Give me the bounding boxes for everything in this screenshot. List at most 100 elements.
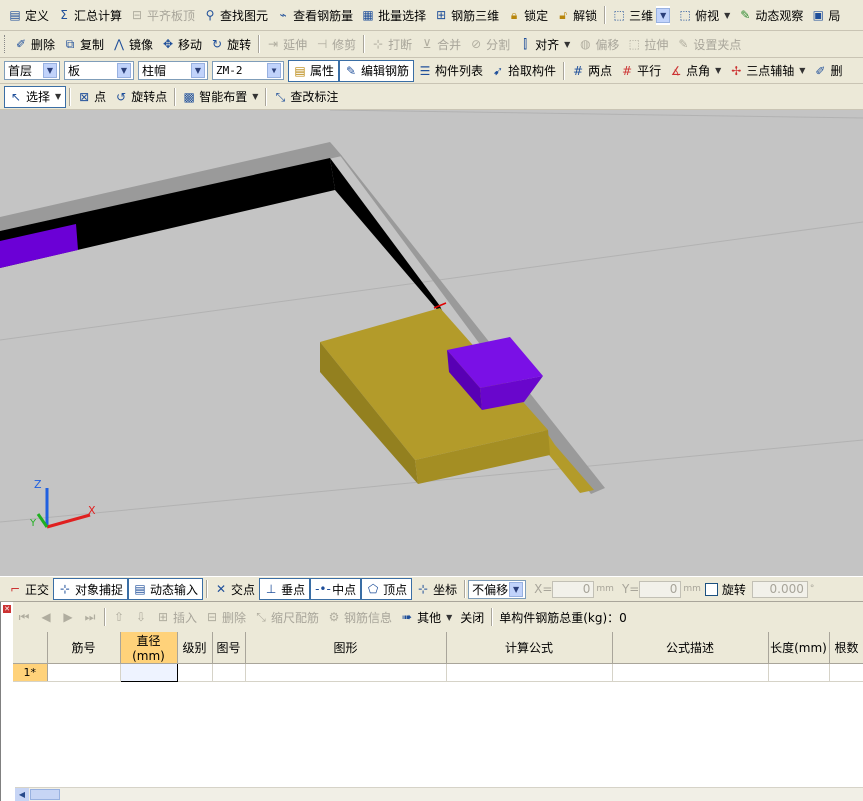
rebar-info-button[interactable]: ⚙ 钢筋信息 xyxy=(323,606,396,628)
coordinate-snap-button[interactable]: ⊹ 坐标 xyxy=(412,578,461,600)
delete-button[interactable]: ✐ 删除 xyxy=(10,33,59,55)
parallel-button[interactable]: # 平行 xyxy=(616,60,665,82)
table-cell[interactable] xyxy=(119,663,178,682)
prev-record-button[interactable]: ◀ xyxy=(35,606,57,628)
smart-layout-dropdown[interactable]: ▩ 智能布置 ▼ xyxy=(178,86,262,108)
y-coordinate-input[interactable]: 0 xyxy=(639,580,682,598)
extend-button[interactable]: ⇥ 延伸 xyxy=(262,33,311,55)
dynamic-input-button[interactable]: ▤ 动态输入 xyxy=(128,578,204,600)
horizontal-scrollbar[interactable]: ◀ xyxy=(15,787,863,801)
floor-select[interactable]: 首层 ▼ xyxy=(4,61,60,80)
edit-annotation-button[interactable]: ⤡ 查改标注 xyxy=(269,86,342,108)
lock-button[interactable]: 🔒︎ 锁定 xyxy=(503,4,552,26)
merge-button[interactable]: ⊻ 合并 xyxy=(416,33,465,55)
summary-calc-button[interactable]: Σ 汇总计算 xyxy=(53,4,126,26)
other-dropdown[interactable]: ➠ 其他 ▼ xyxy=(396,606,456,628)
top-view-dropdown[interactable]: ⬚ 俯视 ▼ xyxy=(674,4,734,26)
unlock-button[interactable]: 🔓︎ 解锁 xyxy=(552,4,601,26)
rotate-label: 旋转 xyxy=(721,582,746,597)
rotate-point-button[interactable]: ↺ 旋转点 xyxy=(110,86,171,108)
column-header[interactable]: 计算公式 xyxy=(446,632,613,664)
midpoint-snap-button[interactable]: -•- 中点 xyxy=(310,578,362,600)
intersection-snap-button[interactable]: ✕ 交点 xyxy=(210,578,259,600)
column-header[interactable]: 图形 xyxy=(245,632,447,664)
view-rebar-qty-button[interactable]: ⌁ 查看钢筋量 xyxy=(272,4,357,26)
table-cell[interactable] xyxy=(829,663,863,682)
toolbar-grip[interactable] xyxy=(4,35,7,53)
delete-axis-button[interactable]: ✐ 删 xyxy=(809,60,846,82)
element-name-select[interactable]: ZM-2 ▼ xyxy=(212,61,284,80)
move-down-button[interactable]: ⇩ xyxy=(130,606,152,628)
pick-element-button[interactable]: ➹ 拾取构件 xyxy=(487,60,560,82)
beam-side-face[interactable] xyxy=(330,158,446,320)
trim-button[interactable]: ⊣ 修剪 xyxy=(311,33,360,55)
table-cell[interactable] xyxy=(212,663,246,682)
first-record-button[interactable]: ⏮︎ xyxy=(13,606,35,628)
table-cell[interactable] xyxy=(47,663,121,682)
batch-select-button[interactable]: ▦ 批量选择 xyxy=(357,4,430,26)
find-element-button[interactable]: ⚲ 查找图元 xyxy=(199,4,272,26)
3d-scene[interactable]: Z X Y xyxy=(0,110,863,576)
align-dropdown[interactable]: ⫿ 对齐 ▼ xyxy=(514,33,574,55)
offset-mode-select[interactable]: 不偏移 ▼ xyxy=(468,579,527,599)
category-select[interactable]: 板 ▼ xyxy=(64,61,134,80)
close-panel-button[interactable]: 关闭 xyxy=(456,606,488,628)
table-cell[interactable] xyxy=(768,663,830,682)
row-header[interactable]: 1* xyxy=(13,663,48,682)
x-coordinate-input[interactable]: 0 xyxy=(552,580,595,598)
offset-button[interactable]: ◍ 偏移 xyxy=(574,33,623,55)
rebar-3d-button[interactable]: ⊞ 钢筋三维 xyxy=(430,4,503,26)
rotate-button[interactable]: ↻ 旋转 xyxy=(206,33,255,55)
3d-viewport[interactable]: Z X Y xyxy=(0,110,863,576)
copy-button[interactable]: ⧉ 复制 xyxy=(59,33,108,55)
table-row[interactable]: 1* xyxy=(13,663,863,682)
ortho-button[interactable]: ⌐ 正交 xyxy=(4,578,53,600)
two-points-button[interactable]: # 两点 xyxy=(567,60,616,82)
close-icon[interactable]: ✕ xyxy=(3,605,11,613)
define-button[interactable]: ▤ 定义 xyxy=(4,4,53,26)
dynamic-observe-button[interactable]: ✎ 动态观察 xyxy=(734,4,807,26)
element-type-select[interactable]: 柱帽 ▼ xyxy=(138,61,208,80)
partial-view-button[interactable]: ▣ 局 xyxy=(807,4,844,26)
select-dropdown[interactable]: ↖ 选择 ▼ xyxy=(4,85,67,108)
move-up-button[interactable]: ⇧ xyxy=(108,606,130,628)
column-header[interactable]: 直径(mm) xyxy=(120,632,178,664)
column-header[interactable]: 筋号 xyxy=(47,632,121,664)
table-cell[interactable] xyxy=(446,663,613,682)
set-grip-button[interactable]: ✎ 设置夹点 xyxy=(672,33,745,55)
properties-button[interactable]: ▤ 属性 xyxy=(288,59,340,82)
scrollbar-thumb[interactable] xyxy=(30,789,60,800)
point-button[interactable]: ⊠ 点 xyxy=(73,86,110,108)
object-snap-button[interactable]: ⊹ 对象捕捉 xyxy=(53,578,129,600)
column-header[interactable]: 级别 xyxy=(177,632,213,664)
view-3d-dropdown[interactable]: ⬚ 三维 ▼ xyxy=(608,4,674,26)
insert-row-button[interactable]: ⊞ 插入 xyxy=(152,606,201,628)
table-cell[interactable] xyxy=(245,663,447,682)
column-header[interactable]: 公式描述 xyxy=(612,632,769,664)
vertex-snap-button[interactable]: ⬠ 顶点 xyxy=(361,578,413,600)
column-header[interactable]: 长度(mm) xyxy=(768,632,830,664)
next-record-button[interactable]: ▶ xyxy=(57,606,79,628)
table-cell[interactable] xyxy=(177,663,213,682)
scale-rebar-button[interactable]: ⤡ 缩尺配筋 xyxy=(250,606,323,628)
perpendicular-snap-button[interactable]: ⊥ 垂点 xyxy=(259,578,311,600)
flat-slab-top-button[interactable]: ⊟ 平齐板顶 xyxy=(126,4,199,26)
delete-row-button[interactable]: ⊟ 删除 xyxy=(201,606,250,628)
last-record-button[interactable]: ⏭︎ xyxy=(79,606,101,628)
break-button[interactable]: ⊹ 打断 xyxy=(367,33,416,55)
point-angle-dropdown[interactable]: ∡ 点角 ▼ xyxy=(665,60,725,82)
move-button[interactable]: ✥ 移动 xyxy=(157,33,206,55)
three-point-axis-dropdown[interactable]: ✢ 三点辅轴 ▼ xyxy=(725,60,809,82)
split-button[interactable]: ⊘ 分割 xyxy=(465,33,514,55)
mirror-button[interactable]: ⋀ 镜像 xyxy=(108,33,157,55)
scroll-left-icon[interactable]: ◀ xyxy=(15,788,29,801)
rotate-angle-input[interactable]: 0.000 xyxy=(751,580,808,598)
column-header[interactable]: 根数 xyxy=(829,632,863,664)
column-header[interactable]: 图号 xyxy=(212,632,246,664)
table-cell[interactable] xyxy=(612,663,769,682)
stretch-button[interactable]: ⬚ 拉伸 xyxy=(623,33,672,55)
element-list-button[interactable]: ☰ 构件列表 xyxy=(414,60,487,82)
edit-rebar-button[interactable]: ✎ 编辑钢筋 xyxy=(339,59,415,82)
rotate-checkbox[interactable] xyxy=(704,582,718,596)
chevron-down-icon: ▼ xyxy=(564,39,571,49)
